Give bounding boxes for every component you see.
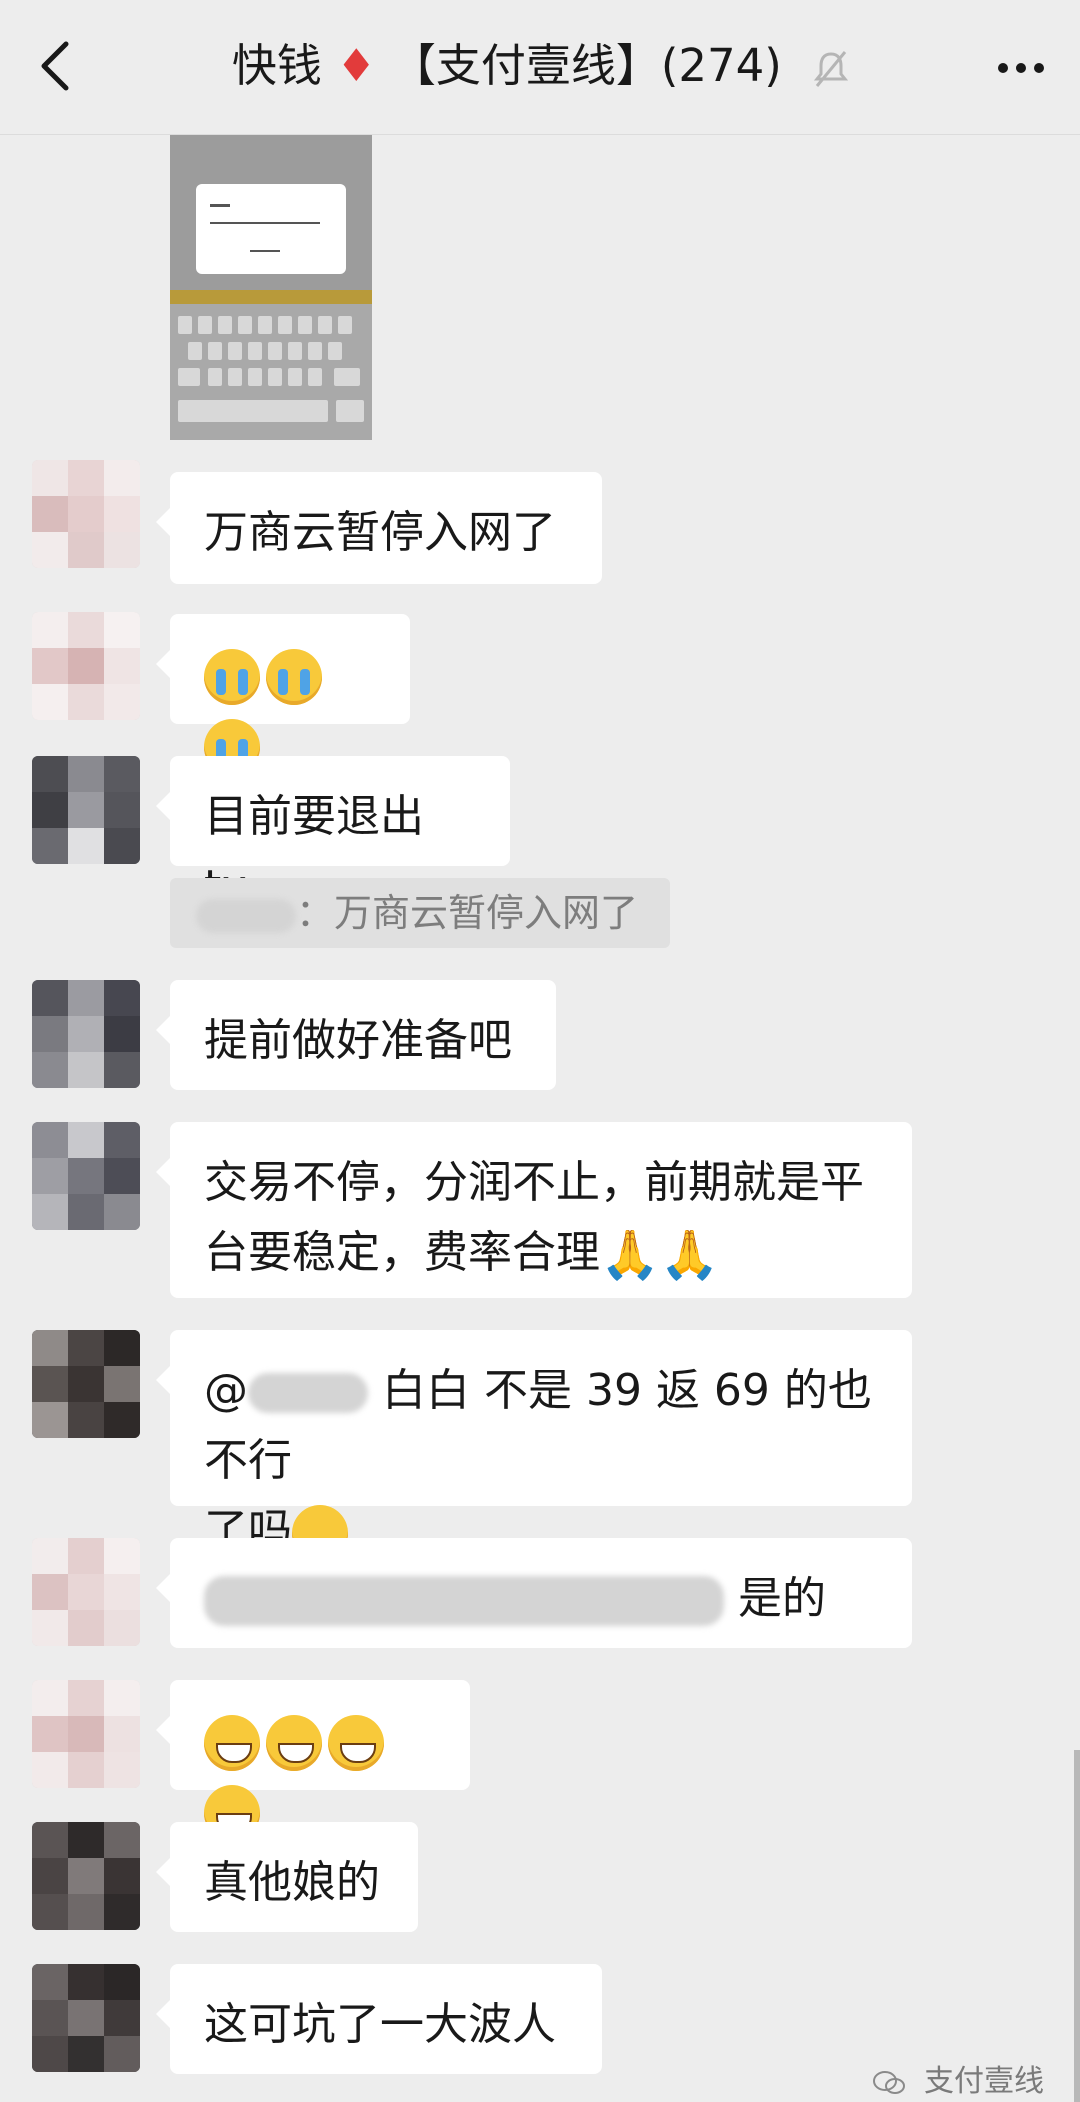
emoji-message-bubble[interactable] [156,1680,470,1841]
message-text-line2: 台要稳定，费率合理 [204,1227,600,1278]
mention-at: @ [204,1365,248,1416]
avatar[interactable] [32,756,140,864]
crying-face-icon [266,649,322,705]
title-suffix: 【支付壹线】(274) [390,39,782,92]
quote-text: ：万商云暂停入网了 [296,891,639,935]
grinning-face-icon [266,1715,322,1771]
message-bubble[interactable]: 这可坑了一大波人 [156,1964,602,2074]
message-text: 这可坑了一大波人 [204,1999,556,2050]
message-text: 真他娘的 [204,1857,380,1908]
screenshot-keyboard [170,304,372,440]
message-bubble[interactable]: 目前要退出 tx [156,756,510,912]
redacted-name [196,898,296,933]
message-bubble[interactable]: 是的 [156,1538,912,1648]
avatar[interactable] [32,460,140,568]
avatar[interactable] [32,980,140,1088]
pray-hands-icon: 🙏🙏 [600,1227,720,1283]
shared-screenshot-image[interactable] [170,134,372,440]
avatar[interactable] [32,1122,140,1230]
avatar[interactable] [32,1538,140,1646]
message-text: 万商云暂停入网了 [204,507,556,558]
message-bubble[interactable]: 提前做好准备吧 [156,980,556,1090]
avatar[interactable] [32,1330,140,1438]
crying-face-icon [204,649,260,705]
message-text: 是的 [738,1573,826,1624]
diamond-icon: ♦ [336,39,377,92]
message-bubble[interactable]: 万商云暂停入网了 [156,472,602,584]
avatar[interactable] [32,1964,140,2072]
quoted-reply[interactable]: ：万商云暂停入网了 [170,878,670,948]
message-bubble[interactable]: 真他娘的 [156,1822,418,1932]
more-dots-icon[interactable] [990,58,1044,77]
mute-bell-icon [814,51,849,87]
emoji-message-bubble[interactable] [156,614,410,775]
chat-title: 快钱 ♦ 【支付壹线】(274) [0,34,1080,98]
grinning-face-icon [328,1715,384,1771]
avatar[interactable] [32,612,140,720]
redacted-name [248,1373,368,1413]
wechat-icon [873,2070,906,2094]
message-bubble[interactable]: @ 白白 不是 39 返 69 的也不行 了吗 [156,1330,912,1561]
screenshot-dialog [196,184,346,274]
avatar[interactable] [32,1680,140,1788]
avatar[interactable] [32,1822,140,1930]
message-text: 提前做好准备吧 [204,1015,512,1066]
grinning-face-icon [204,1715,260,1771]
message-text-line1: 交易不停，分润不止，前期就是平 [204,1157,864,1208]
chat-header: 快钱 ♦ 【支付壹线】(274) [0,0,1080,135]
message-bubble[interactable]: 交易不停，分润不止，前期就是平 台要稳定，费率合理🙏🙏 [156,1122,912,1298]
watermark: 支付壹线 [872,2056,1044,2100]
watermark-label: 支付壹线 [924,2064,1044,2099]
scrollbar[interactable] [1074,1750,1080,2102]
title-prefix: 快钱 [231,39,322,92]
redacted-text [204,1576,724,1626]
